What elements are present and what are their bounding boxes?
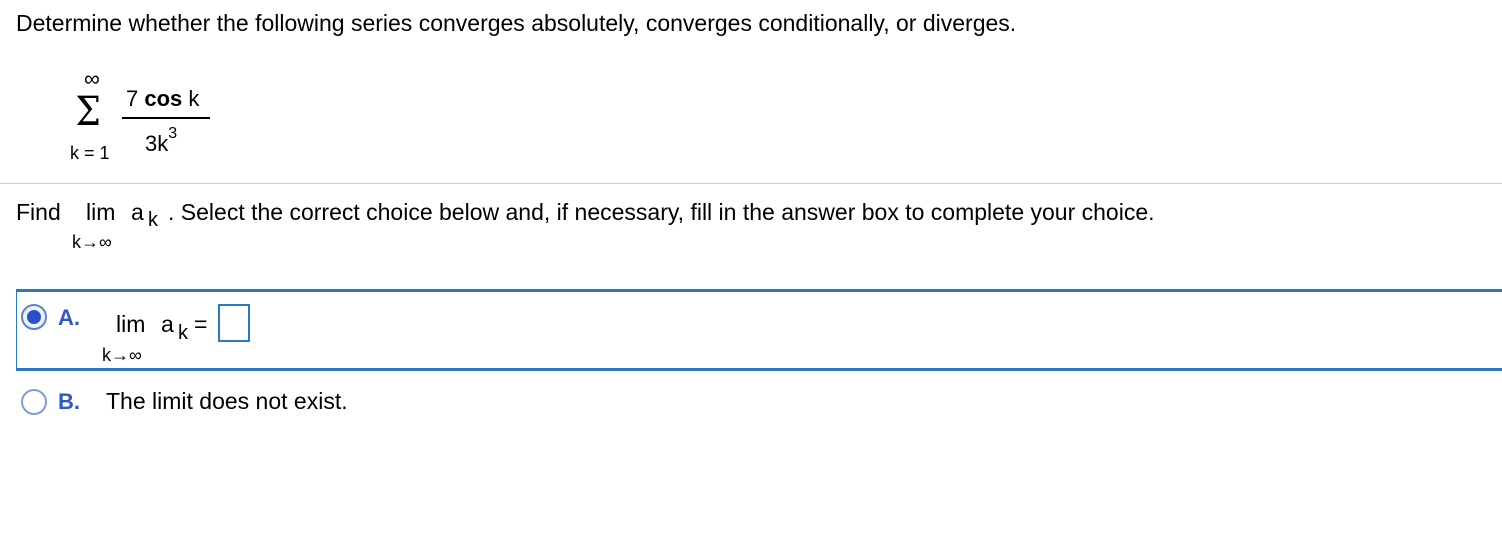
sigma-symbol: Σ bbox=[75, 89, 101, 135]
find-label: Find bbox=[16, 199, 61, 225]
denominator-base: 3k bbox=[145, 131, 169, 156]
find-subscript: k bbox=[148, 209, 158, 231]
choice-a-letter[interactable]: A. bbox=[58, 305, 80, 331]
choice-a-a: a bbox=[161, 311, 174, 337]
choice-a-radio[interactable] bbox=[21, 304, 47, 330]
question-text: Determine whether the following series c… bbox=[16, 10, 1017, 36]
choice-a-subscript: k bbox=[178, 322, 188, 344]
section-divider bbox=[0, 183, 1502, 184]
choice-b-radio[interactable] bbox=[21, 389, 47, 415]
numerator-variable: k bbox=[182, 86, 200, 111]
numerator-function: cos bbox=[144, 86, 183, 111]
choice-b-letter[interactable]: B. bbox=[58, 389, 80, 415]
denominator-exponent: 3 bbox=[168, 125, 178, 142]
choice-a-lim: lim bbox=[116, 311, 146, 337]
find-a: a bbox=[131, 199, 144, 225]
find-lim: lim bbox=[86, 199, 116, 225]
fraction-numerator: 7 cos k bbox=[126, 86, 199, 112]
choice-b-text[interactable]: The limit does not exist. bbox=[106, 388, 348, 415]
numerator-coefficient: 7 bbox=[126, 86, 145, 111]
choice-a-equals: = bbox=[194, 311, 208, 337]
find-instruction-text: . Select the correct choice below and, i… bbox=[168, 199, 1155, 225]
answer-input[interactable] bbox=[218, 304, 250, 342]
sum-lower-limit: k = 1 bbox=[70, 143, 110, 163]
find-limit-under: k→∞ bbox=[72, 232, 112, 252]
choice-a-limit-under: k→∞ bbox=[102, 345, 142, 365]
fraction-bar bbox=[122, 117, 210, 119]
fraction-denominator: 3k3 bbox=[145, 125, 177, 157]
